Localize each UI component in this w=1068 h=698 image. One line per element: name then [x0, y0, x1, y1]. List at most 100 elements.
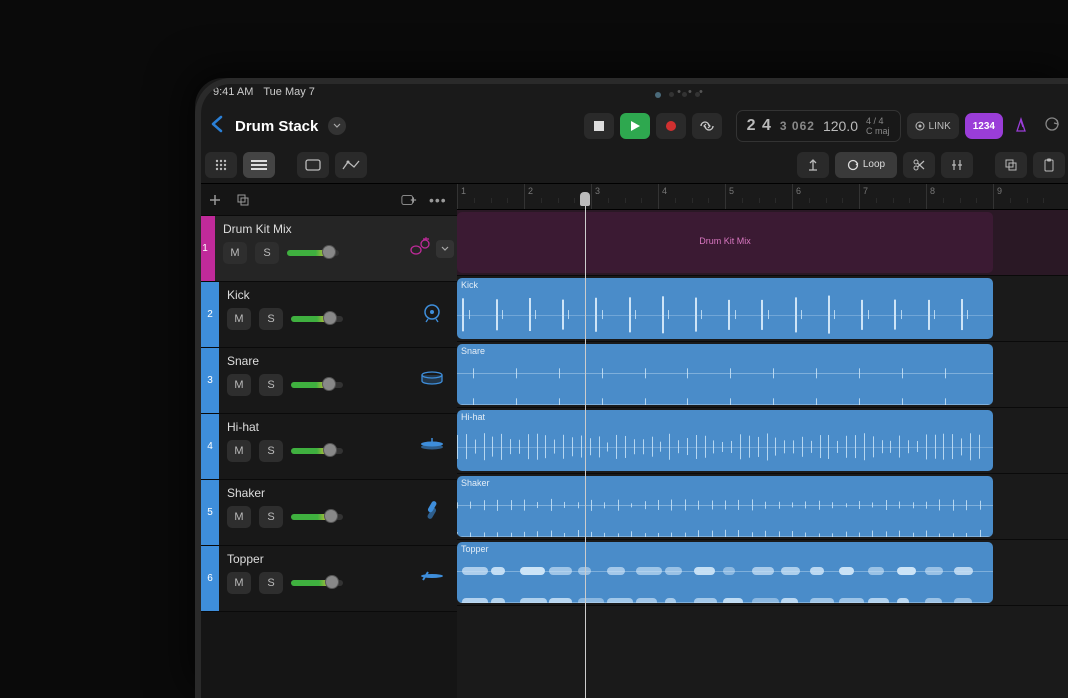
link-icon [915, 121, 925, 131]
link-button[interactable]: LINK [907, 113, 959, 139]
audio-region[interactable]: Shaker [457, 476, 993, 537]
scissors-button[interactable] [903, 152, 935, 178]
volume-slider[interactable] [291, 448, 343, 454]
record-button[interactable] [656, 113, 686, 139]
track-number: 1 [195, 216, 215, 281]
solo-button[interactable]: S [259, 374, 283, 396]
metronome-icon[interactable] [1009, 117, 1033, 136]
project-title: Drum Stack [235, 118, 318, 135]
mute-button[interactable]: M [227, 308, 251, 330]
solo-button[interactable]: S [255, 242, 279, 264]
paste-button[interactable] [1033, 152, 1065, 178]
audio-region[interactable]: Topper [457, 542, 993, 603]
flex-button[interactable] [941, 152, 973, 178]
bounce-button[interactable] [995, 152, 1027, 178]
ruler[interactable]: 123456789 [457, 184, 1068, 210]
view-tracks-button[interactable] [243, 152, 275, 178]
add-region-button[interactable] [401, 192, 417, 208]
playhead[interactable] [585, 192, 586, 698]
region-row: Drum Kit Mix [457, 210, 1068, 276]
region-row: Snare [457, 342, 1068, 408]
track-row-snare[interactable]: 3 Snare M S [195, 348, 457, 414]
view-region-button[interactable] [297, 152, 329, 178]
region-row: Shaker [457, 474, 1068, 540]
solo-button[interactable]: S [259, 308, 283, 330]
region-row: Topper [457, 540, 1068, 606]
volume-slider[interactable] [291, 580, 343, 586]
kick-icon [421, 301, 443, 328]
bar-mark: 1 [457, 184, 466, 209]
region-label: Shaker [461, 478, 490, 488]
lcd-signature: 4 / 4 C maj [866, 116, 890, 136]
lcd-display[interactable]: 2 4 3 062 120.0 4 / 4 C maj [736, 110, 901, 142]
mute-button[interactable]: M [227, 572, 251, 594]
track-name: Kick [227, 288, 399, 302]
lcd-bars: 2 4 [747, 117, 772, 135]
status-time: 9:41 AM [213, 86, 253, 98]
status-date: Tue May 7 [263, 86, 315, 98]
topbar: Drum Stack 2 4 3 062 120.0 4 / 4 C maj [195, 106, 1068, 146]
region-label: Topper [461, 544, 489, 554]
track-row-kick[interactable]: 2 Kick M S [195, 282, 457, 348]
bar-mark: 5 [725, 184, 734, 209]
audio-region[interactable]: Drum Kit Mix [457, 212, 993, 273]
region-label: Kick [461, 280, 478, 290]
stop-button[interactable] [584, 113, 614, 139]
mute-button[interactable]: M [223, 242, 247, 264]
region-label: Snare [461, 346, 485, 356]
audio-region[interactable]: Hi-hat [457, 410, 993, 471]
transport-controls [584, 113, 722, 139]
track-name: Topper [227, 552, 399, 566]
volume-slider[interactable] [291, 382, 343, 388]
drumkit-icon [410, 236, 432, 261]
region-row: Hi-hat [457, 408, 1068, 474]
duplicate-track-button[interactable] [235, 192, 251, 208]
track-row-shaker[interactable]: 5 Shaker M S [195, 480, 457, 546]
lcd-tempo: 120.0 [823, 118, 858, 134]
mute-button[interactable]: M [227, 440, 251, 462]
lcd-subdivision: 3 062 [780, 119, 815, 133]
bar-mark: 2 [524, 184, 533, 209]
bar-mark: 6 [792, 184, 801, 209]
sync-button[interactable] [1039, 115, 1065, 138]
bar-mark: 9 [993, 184, 1002, 209]
project-dropdown[interactable] [328, 117, 346, 135]
track-name: Hi-hat [227, 420, 399, 434]
cycle-button[interactable] [692, 113, 722, 139]
loop-browser-button[interactable]: Loop [835, 152, 897, 178]
topper-icon [420, 568, 444, 589]
expand-toggle[interactable] [436, 240, 454, 258]
view-automation-button[interactable] [335, 152, 367, 178]
timeline[interactable]: 123456789 Drum Kit MixKickSnareHi-hatSha… [457, 184, 1068, 698]
solo-button[interactable]: S [259, 572, 283, 594]
region-row: Kick [457, 276, 1068, 342]
audio-region[interactable]: Snare [457, 344, 993, 405]
secondary-toolbar: Loop [195, 146, 1068, 184]
back-button[interactable] [205, 113, 229, 139]
volume-slider[interactable] [291, 514, 343, 520]
audio-region[interactable]: Kick [457, 278, 993, 339]
mute-button[interactable]: M [227, 506, 251, 528]
track-name: Snare [227, 354, 399, 368]
track-row-drum-kit-mix[interactable]: 1 Drum Kit Mix M S [195, 216, 457, 282]
volume-slider[interactable] [291, 316, 343, 322]
track-stripe: 4 [201, 414, 219, 479]
track-row-topper[interactable]: 6 Topper M S [195, 546, 457, 612]
count-in-button[interactable]: 1234 [965, 113, 1003, 139]
volume-slider[interactable] [287, 250, 339, 256]
track-options-button[interactable]: ••• [429, 192, 445, 208]
solo-button[interactable]: S [259, 506, 283, 528]
add-track-button[interactable] [207, 192, 223, 208]
track-row-hi-hat[interactable]: 4 Hi-hat M S [195, 414, 457, 480]
record-icon [666, 121, 676, 131]
track-stripe: 2 [201, 282, 219, 347]
mute-button[interactable]: M [227, 374, 251, 396]
solo-button[interactable]: S [259, 440, 283, 462]
track-panel-header: ••• [195, 184, 457, 216]
view-grid-button[interactable] [205, 152, 237, 178]
snap-button[interactable] [797, 152, 829, 178]
bar-mark: 7 [859, 184, 868, 209]
play-button[interactable] [620, 113, 650, 139]
track-name: Shaker [227, 486, 399, 500]
device-screen: 9:41 AM Tue May 7 • • • Drum Stack 2 4 [195, 78, 1068, 698]
